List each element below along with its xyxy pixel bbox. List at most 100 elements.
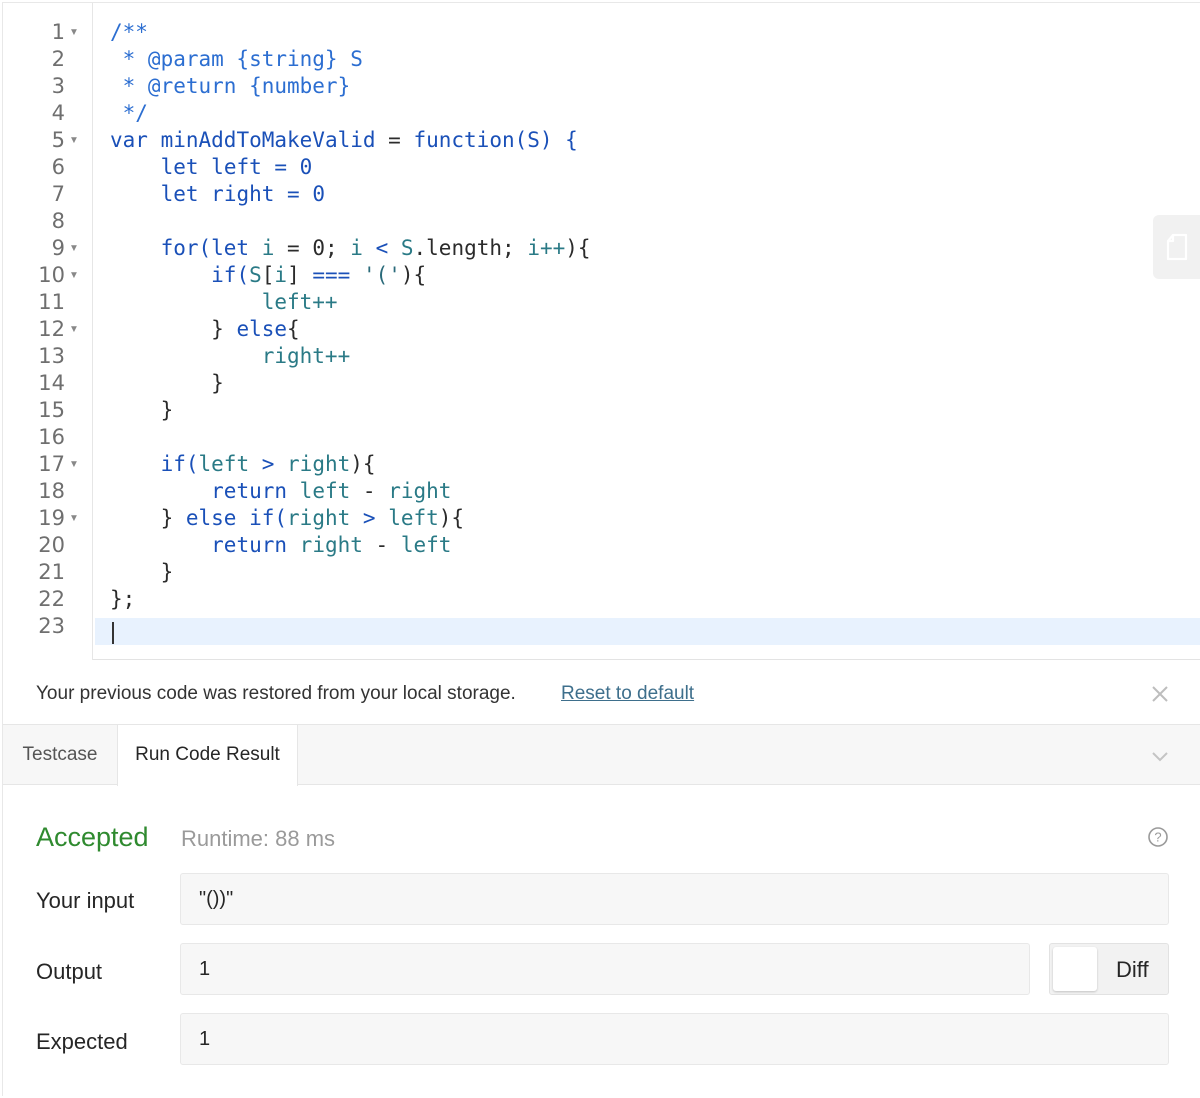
restore-notice: Your previous code was restored from you… xyxy=(3,661,1200,725)
diff-label: Diff xyxy=(1116,957,1149,982)
help-circle-icon[interactable]: ? xyxy=(1147,826,1169,848)
output-label: Output xyxy=(36,959,103,984)
code-line: } xyxy=(110,370,224,397)
code-line: let left = 0 xyxy=(110,154,313,181)
code-keyword: return xyxy=(211,479,288,503)
code-line: for(let i = 0; i < S.length; i++){ xyxy=(110,235,591,262)
code-line: } else{ xyxy=(110,316,300,343)
code-value: = 0 xyxy=(274,182,325,206)
input-value-box: "())" xyxy=(180,873,1169,925)
line-number: 11 xyxy=(38,290,65,314)
code-keyword: function(S) { xyxy=(413,128,578,152)
code-punctuation: ){ xyxy=(400,263,427,287)
code-variable: S xyxy=(400,236,414,260)
code-property: .length; xyxy=(413,236,528,260)
code-line: if(S[i] === '('){ xyxy=(110,262,426,289)
code-operator: - xyxy=(362,533,401,557)
code-variable: i++ xyxy=(527,236,566,260)
code-variable: right xyxy=(287,452,351,476)
code-variable: right xyxy=(388,479,452,503)
code-identifier: minAddToMakeValid xyxy=(160,128,376,152)
code-identifier: left xyxy=(211,155,262,179)
active-line-highlight xyxy=(95,618,1200,645)
code-line: } xyxy=(110,559,174,586)
code-variable: left xyxy=(198,452,250,476)
line-number: 12 xyxy=(38,317,65,341)
input-label: Your input xyxy=(36,888,135,913)
line-number: 22 xyxy=(38,587,65,611)
code-comment: /** xyxy=(110,20,148,44)
code-keyword: else if( xyxy=(185,506,288,530)
code-punctuation: [ xyxy=(261,263,275,287)
code-keyword: if( xyxy=(211,263,250,287)
chevron-down-icon[interactable] xyxy=(1149,745,1171,767)
diff-switch-knob[interactable] xyxy=(1053,947,1097,991)
code-line: * @param {string} S xyxy=(110,46,363,73)
code-keyword: let xyxy=(160,155,199,179)
tab-testcase[interactable]: Testcase xyxy=(3,725,117,785)
fold-toggle-icon[interactable]: ▼ xyxy=(69,451,79,478)
code-variable: right xyxy=(287,506,351,530)
code-punctuation: ){ xyxy=(350,452,376,476)
copy-button[interactable] xyxy=(1153,215,1200,279)
code-line: /** xyxy=(110,19,148,46)
code-punctuation: ] xyxy=(287,263,300,287)
output-value-box: 1 xyxy=(180,943,1030,995)
fold-toggle-icon[interactable]: ▼ xyxy=(69,19,79,46)
line-number: 14 xyxy=(38,371,65,395)
code-punctuation: } xyxy=(160,560,174,584)
code-text-area[interactable]: /** * @param {string} S * @return {numbe… xyxy=(95,3,1200,660)
code-operator: === xyxy=(299,263,363,287)
fold-toggle-icon[interactable]: ▼ xyxy=(69,127,79,154)
line-number: 2 xyxy=(51,47,65,71)
code-value: = 0 xyxy=(261,155,313,179)
code-variable: left++ xyxy=(261,290,338,314)
reset-to-default-link[interactable]: Reset to default xyxy=(561,683,694,705)
code-variable: right++ xyxy=(261,344,351,368)
line-number: 20 xyxy=(38,533,65,557)
line-number: 1 xyxy=(51,20,65,44)
code-line: left++ xyxy=(110,289,338,316)
code-punctuation: } xyxy=(160,506,186,530)
line-number: 17 xyxy=(38,452,65,476)
code-punctuation: ){ xyxy=(565,236,591,260)
result-status: Accepted xyxy=(36,822,149,852)
code-operator: - xyxy=(350,479,389,503)
close-icon[interactable] xyxy=(1149,683,1171,705)
fold-toggle-icon[interactable]: ▼ xyxy=(69,505,79,532)
code-line: if(left > right){ xyxy=(110,451,376,478)
code-punctuation: } xyxy=(160,398,174,422)
console-tabs: Testcase Run Code Result xyxy=(3,725,1200,786)
fold-toggle-icon[interactable]: ▼ xyxy=(69,262,79,289)
text-cursor xyxy=(112,622,114,644)
diff-toggle[interactable]: Diff xyxy=(1049,943,1169,995)
line-number: 19 xyxy=(38,506,65,530)
code-punctuation: ){ xyxy=(438,506,465,530)
tab-run-code-result[interactable]: Run Code Result xyxy=(117,725,298,786)
code-keyword: for(let xyxy=(160,236,250,260)
line-number: 13 xyxy=(38,344,65,368)
code-variable: left xyxy=(299,479,351,503)
line-number: 6 xyxy=(51,155,65,179)
code-line: return right - left xyxy=(110,532,451,559)
code-line: * @return {number} xyxy=(110,73,351,100)
code-variable: i xyxy=(261,236,275,260)
code-line: } xyxy=(110,397,174,424)
line-gutter: 1 2 3 4 5 6 7 8 9 10 11 12 13 14 15 16 1… xyxy=(3,3,93,660)
line-number: 21 xyxy=(38,560,65,584)
line-number: 8 xyxy=(51,209,65,233)
fold-toggle-icon[interactable]: ▼ xyxy=(69,235,79,262)
line-number: 16 xyxy=(38,425,65,449)
code-keyword: else xyxy=(236,317,288,341)
line-number: 4 xyxy=(51,101,65,125)
code-variable: left xyxy=(388,506,439,530)
line-number: 18 xyxy=(38,479,65,503)
code-editor[interactable]: 1 2 3 4 5 6 7 8 9 10 11 12 13 14 15 16 1… xyxy=(3,3,1200,660)
code-line: }; xyxy=(110,586,135,613)
line-number: 3 xyxy=(51,74,65,98)
code-punctuation: } xyxy=(211,317,237,341)
fold-toggle-icon[interactable]: ▼ xyxy=(69,316,79,343)
line-number: 15 xyxy=(38,398,65,422)
code-variable: S xyxy=(249,263,262,287)
copy-icon xyxy=(1166,233,1188,261)
